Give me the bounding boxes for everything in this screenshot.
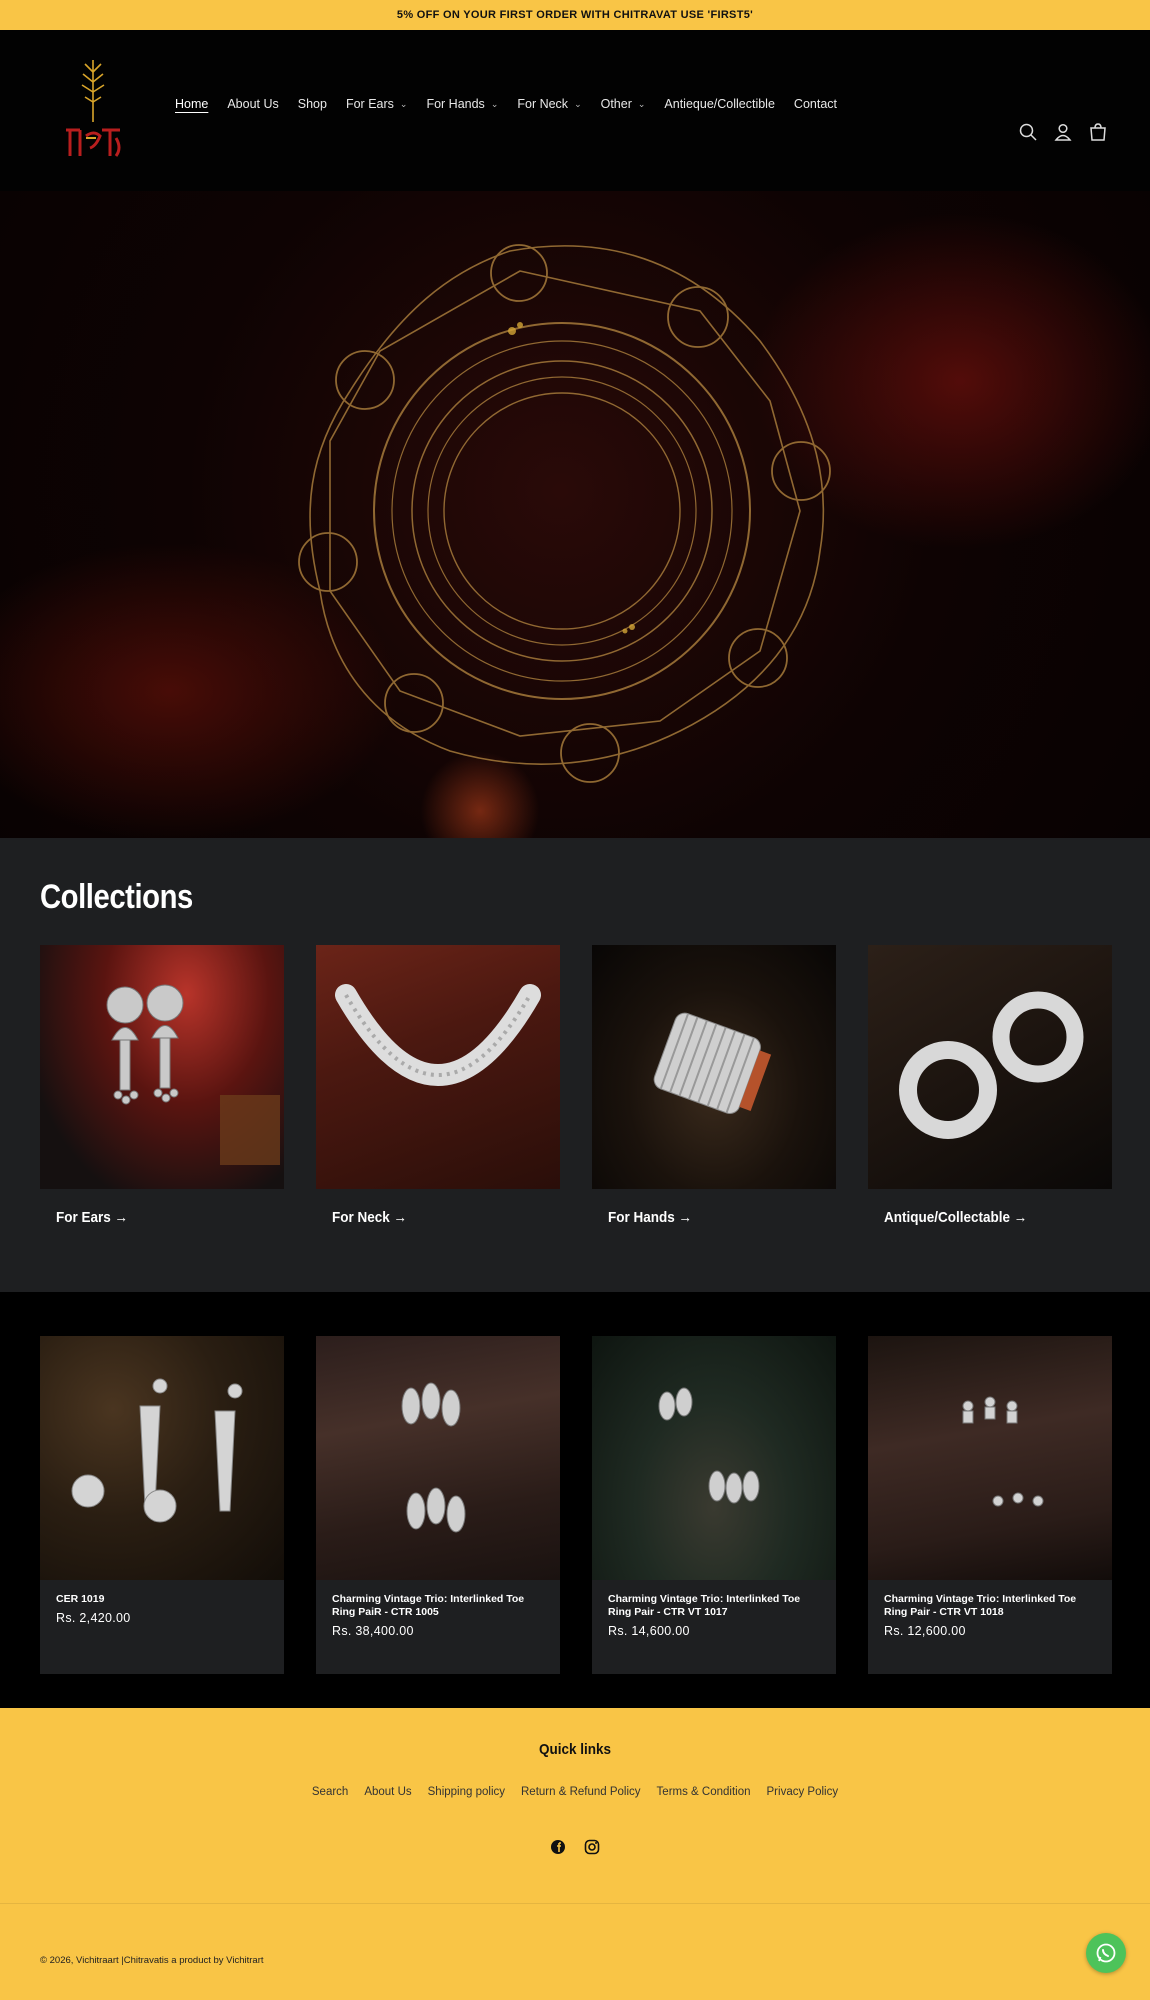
nav-for-hands[interactable]: For Hands ⌄ bbox=[426, 97, 498, 111]
hero-banner[interactable] bbox=[0, 191, 1150, 838]
footer-links: Search About Us Shipping policy Return &… bbox=[0, 1786, 1150, 1798]
footer-link-terms[interactable]: Terms & Condition bbox=[657, 1786, 751, 1798]
chevron-down-icon: ⌄ bbox=[399, 98, 408, 109]
product-card[interactable]: Charming Vintage Trio: Interlinked Toe R… bbox=[592, 1336, 836, 1674]
nav-for-ears[interactable]: For Ears ⌄ bbox=[346, 97, 407, 111]
whatsapp-chat-button[interactable] bbox=[1086, 1933, 1126, 1973]
product-price: Rs. 12,600.00 bbox=[884, 1624, 966, 1638]
nav-for-hands-label: For Hands bbox=[426, 97, 485, 111]
mandala-artwork bbox=[298, 244, 831, 783]
facebook-icon[interactable] bbox=[549, 1838, 567, 1861]
collections-section: Collections For Ears → For Neck → For Ha… bbox=[0, 838, 1150, 1292]
nav-antique-label: Antieque/Collectible bbox=[664, 97, 775, 111]
nav-home-label: Home bbox=[175, 97, 209, 111]
footer-link-search[interactable]: Search bbox=[312, 1786, 348, 1798]
announcement-text: 5% OFF ON YOUR FIRST ORDER WITH CHITRAVA… bbox=[396, 9, 754, 21]
collection-image-ears[interactable] bbox=[40, 945, 284, 1189]
product-price: Rs. 2,420.00 bbox=[56, 1611, 131, 1625]
nav-other[interactable]: Other ⌄ bbox=[601, 97, 646, 111]
collection-card-antique[interactable]: Antique/Collectable → bbox=[868, 945, 1112, 1226]
product-price: Rs. 14,600.00 bbox=[608, 1624, 690, 1638]
brand-logo[interactable] bbox=[58, 52, 128, 162]
nav-for-neck[interactable]: For Neck ⌄ bbox=[517, 97, 581, 111]
nav-for-ears-label: For Ears bbox=[345, 97, 394, 111]
nav-for-neck-label: For Neck bbox=[517, 97, 569, 111]
instagram-icon[interactable] bbox=[583, 1838, 601, 1861]
collection-link-for-hands[interactable]: For Hands → bbox=[608, 1209, 813, 1226]
product-card[interactable]: Charming Vintage Trio: Interlinked Toe R… bbox=[868, 1336, 1112, 1674]
search-icon[interactable] bbox=[1018, 122, 1038, 142]
collections-title: Collections bbox=[40, 878, 193, 916]
product-card[interactable]: Charming Vintage Trio: Interlinked Toe R… bbox=[316, 1336, 560, 1674]
collection-link-antique[interactable]: Antique/Collectable → bbox=[884, 1209, 1089, 1226]
main-nav: Home About Us Shop For Ears ⌄ For Hands ⌄ … bbox=[175, 30, 837, 178]
product-image[interactable] bbox=[592, 1336, 836, 1580]
nav-about-us[interactable]: About Us bbox=[227, 97, 278, 111]
announcement-bar: 5% OFF ON YOUR FIRST ORDER WITH CHITRAVA… bbox=[0, 0, 1150, 30]
footer-link-about[interactable]: About Us bbox=[364, 1786, 411, 1798]
nav-about-label: About Us bbox=[227, 97, 279, 111]
product-card[interactable]: CER 1019 Rs. 2,420.00 bbox=[40, 1336, 284, 1674]
collection-image-hands[interactable] bbox=[592, 945, 836, 1189]
chevron-down-icon: ⌄ bbox=[490, 98, 499, 109]
product-price: Rs. 38,400.00 bbox=[332, 1624, 414, 1638]
collection-card-neck[interactable]: For Neck → bbox=[316, 945, 560, 1226]
products-section: CER 1019 Rs. 2,420.00 Charming Vintage T… bbox=[0, 1292, 1150, 1708]
product-title[interactable]: Charming Vintage Trio: Interlinked Toe R… bbox=[608, 1593, 820, 1619]
product-title[interactable]: Charming Vintage Trio: Interlinked Toe R… bbox=[884, 1593, 1096, 1619]
nav-shop[interactable]: Shop bbox=[298, 97, 327, 111]
nav-home[interactable]: Home bbox=[175, 97, 208, 111]
footer-link-shipping[interactable]: Shipping policy bbox=[428, 1786, 505, 1798]
chevron-down-icon: ⌄ bbox=[574, 98, 582, 109]
quick-links-title: Quick links bbox=[538, 1741, 612, 1758]
product-title[interactable]: CER 1019 bbox=[56, 1593, 268, 1606]
chevron-down-icon: ⌄ bbox=[637, 98, 646, 109]
collection-image-neck[interactable] bbox=[316, 945, 560, 1189]
whatsapp-icon bbox=[1096, 1943, 1116, 1963]
nav-other-label: Other bbox=[600, 97, 632, 111]
site-header: Home About Us Shop For Ears ⌄ For Hands ⌄ … bbox=[0, 30, 1150, 191]
footer-link-privacy[interactable]: Privacy Policy bbox=[767, 1786, 839, 1798]
site-footer: Quick links Search About Us Shipping pol… bbox=[0, 1708, 1150, 2000]
product-image[interactable] bbox=[868, 1336, 1112, 1580]
account-icon[interactable] bbox=[1053, 122, 1073, 142]
nav-contact[interactable]: Contact bbox=[794, 97, 837, 111]
collection-card-hands[interactable]: For Hands → bbox=[592, 945, 836, 1226]
header-icons bbox=[1018, 122, 1108, 142]
copyright-text: © 2026, Vichitraart |Chitravatis a produ… bbox=[40, 1955, 264, 1966]
product-image[interactable] bbox=[316, 1336, 560, 1580]
footer-divider bbox=[0, 1903, 1150, 1904]
collection-link-for-ears[interactable]: For Ears → bbox=[56, 1209, 261, 1226]
collection-image-antique[interactable] bbox=[868, 945, 1112, 1189]
footer-link-refund[interactable]: Return & Refund Policy bbox=[521, 1786, 641, 1798]
product-image[interactable] bbox=[40, 1336, 284, 1580]
cart-icon[interactable] bbox=[1088, 122, 1108, 142]
social-links bbox=[0, 1838, 1150, 1861]
nav-contact-label: Contact bbox=[793, 97, 838, 111]
product-title[interactable]: Charming Vintage Trio: Interlinked Toe R… bbox=[332, 1593, 544, 1619]
nav-antique[interactable]: Antieque/Collectible bbox=[664, 97, 775, 111]
collection-card-ears[interactable]: For Ears → bbox=[40, 945, 284, 1226]
nav-shop-label: Shop bbox=[297, 97, 327, 111]
collection-link-for-neck[interactable]: For Neck → bbox=[332, 1209, 537, 1226]
